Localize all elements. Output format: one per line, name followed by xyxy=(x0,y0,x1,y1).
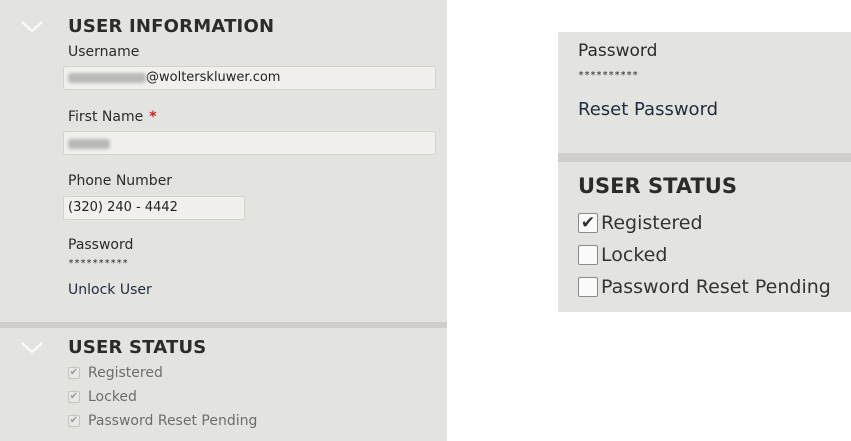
chevron-down-icon[interactable] xyxy=(20,20,44,34)
user-edit-panel: USER INFORMATION Username @wolterskluwer… xyxy=(0,0,447,441)
user-edit-panel-zoomed: Password ********** Reset Password USER … xyxy=(558,32,851,312)
password-reset-pending-label: Password Reset Pending xyxy=(88,413,258,429)
username-domain: @wolterskluwer.com xyxy=(146,70,281,85)
user-status-title: USER STATUS xyxy=(68,337,207,358)
status-password-reset-row: ✔ Password Reset Pending xyxy=(68,411,257,431)
password-reset-pending-checkbox[interactable] xyxy=(578,277,598,297)
first-name-field[interactable] xyxy=(63,131,436,155)
registered-checkbox[interactable]: ✔ xyxy=(68,367,80,379)
password-reset-pending-checkbox[interactable]: ✔ xyxy=(68,415,80,427)
reset-password-link[interactable]: Reset Password xyxy=(578,99,718,120)
chevron-down-icon[interactable] xyxy=(20,341,44,355)
locked-checkbox[interactable]: ✔ xyxy=(68,391,80,403)
password-mask: ********** xyxy=(578,70,639,81)
password-label: Password xyxy=(68,237,134,253)
registered-label: Registered xyxy=(601,212,703,234)
status-registered-row: ✔ Registered xyxy=(578,210,703,236)
status-locked-row: Locked xyxy=(578,242,667,268)
user-information-header[interactable]: USER INFORMATION xyxy=(0,14,447,40)
locked-checkbox[interactable] xyxy=(578,245,598,265)
phone-number-field[interactable]: (320) 240 - 4442 xyxy=(63,196,245,220)
section-divider xyxy=(0,322,447,328)
user-status-title: USER STATUS xyxy=(578,174,737,198)
checkmark-icon: ✔ xyxy=(580,212,596,233)
locked-label: Locked xyxy=(601,244,668,266)
username-field[interactable]: @wolterskluwer.com xyxy=(63,66,436,90)
status-password-reset-row: Password Reset Pending xyxy=(578,274,831,300)
phone-number-label: Phone Number xyxy=(68,173,173,189)
section-divider xyxy=(558,153,851,162)
first-name-label: First Name * xyxy=(68,109,157,125)
registered-checkbox[interactable]: ✔ xyxy=(578,213,598,233)
password-mask: ********** xyxy=(68,258,129,269)
redacted-text xyxy=(68,139,110,149)
password-reset-pending-label: Password Reset Pending xyxy=(601,276,831,298)
required-asterisk: * xyxy=(149,109,157,125)
locked-label: Locked xyxy=(88,389,137,405)
registered-label: Registered xyxy=(88,365,163,381)
password-label: Password xyxy=(578,41,658,61)
username-label: Username xyxy=(68,44,140,60)
status-registered-row: ✔ Registered xyxy=(68,363,163,383)
phone-number-value: (320) 240 - 4442 xyxy=(68,200,178,215)
user-status-header[interactable]: USER STATUS xyxy=(0,337,447,363)
unlock-user-link[interactable]: Unlock User xyxy=(68,282,152,298)
user-information-title: USER INFORMATION xyxy=(68,16,275,37)
redacted-text xyxy=(68,72,146,83)
status-locked-row: ✔ Locked xyxy=(68,387,137,407)
